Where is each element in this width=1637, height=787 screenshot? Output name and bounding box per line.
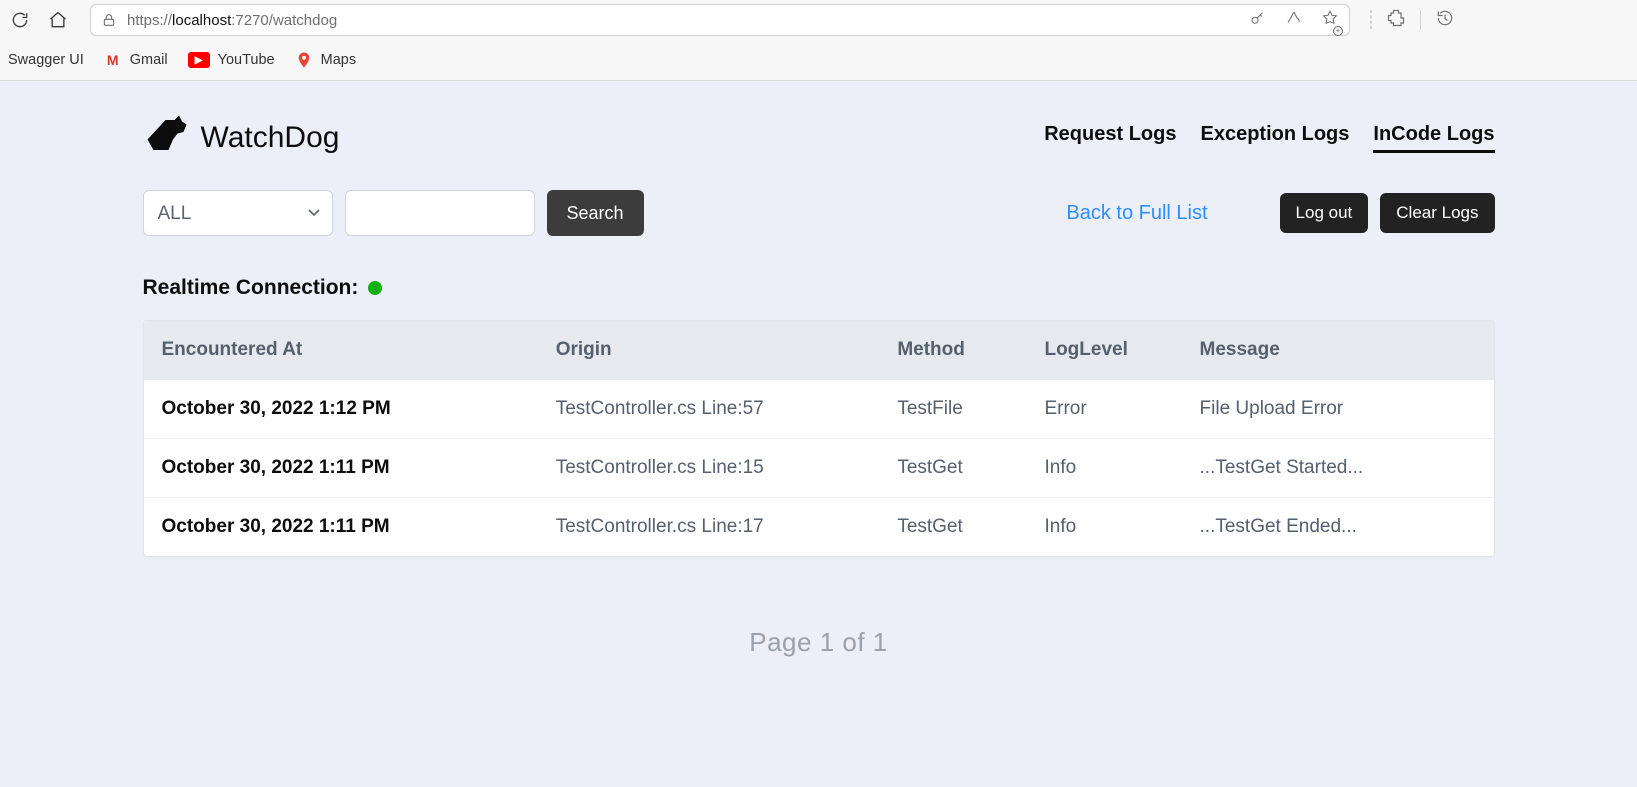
cell-origin: TestController.cs Line:57 <box>556 398 898 420</box>
bookmark-label: Gmail <box>130 52 168 68</box>
tab-incode-logs[interactable]: InCode Logs <box>1373 123 1494 153</box>
maps-icon <box>295 51 313 69</box>
bookmark-gmail[interactable]: M Gmail <box>104 51 168 69</box>
cell-message: ...TestGet Ended... <box>1200 516 1476 538</box>
browser-chrome: https://localhost:7270/watchdog + <box>0 0 1637 81</box>
table-row[interactable]: October 30, 2022 1:12 PM TestController.… <box>144 379 1494 438</box>
divider <box>1420 10 1421 30</box>
cell-encountered-at: October 30, 2022 1:11 PM <box>162 457 556 479</box>
address-bar[interactable]: https://localhost:7270/watchdog + <box>90 4 1350 36</box>
url-text: https://localhost:7270/watchdog <box>127 12 337 29</box>
refresh-icon[interactable] <box>8 8 32 32</box>
app-header: WatchDog Request Logs Exception Logs InC… <box>143 113 1495 162</box>
tab-request-logs[interactable]: Request Logs <box>1044 123 1176 153</box>
cell-loglevel: Info <box>1044 516 1199 538</box>
status-dot-icon <box>368 281 382 295</box>
table-header: Encountered At Origin Method LogLevel Me… <box>144 321 1494 379</box>
cell-encountered-at: October 30, 2022 1:11 PM <box>162 516 556 538</box>
table-row[interactable]: October 30, 2022 1:11 PM TestController.… <box>144 497 1494 556</box>
search-input[interactable] <box>345 190 535 236</box>
cell-method: TestGet <box>897 457 1044 479</box>
realtime-status: Realtime Connection: <box>143 276 1495 300</box>
clear-logs-button[interactable]: Clear Logs <box>1380 193 1494 233</box>
back-to-full-list-link[interactable]: Back to Full List <box>1066 202 1207 225</box>
cell-encountered-at: October 30, 2022 1:12 PM <box>162 398 556 420</box>
pager-text: Page 1 of 1 <box>143 627 1495 658</box>
cell-method: TestFile <box>897 398 1044 420</box>
bookmark-youtube[interactable]: ▶ YouTube <box>188 52 275 68</box>
history-icon[interactable] <box>1435 8 1455 33</box>
browser-toolbar: https://localhost:7270/watchdog + <box>0 0 1637 40</box>
cell-loglevel: Info <box>1044 457 1199 479</box>
address-bar-actions: + <box>1249 9 1339 32</box>
favorites-icon[interactable]: + <box>1321 9 1339 32</box>
col-message: Message <box>1200 339 1476 361</box>
app-logo: WatchDog <box>143 113 340 162</box>
page-body: WatchDog Request Logs Exception Logs InC… <box>0 81 1637 787</box>
url-port: :7270 <box>231 12 269 29</box>
bookmark-swagger[interactable]: Swagger UI <box>8 52 84 68</box>
browser-right-controls <box>1370 8 1463 33</box>
extensions-icon[interactable] <box>1386 8 1406 33</box>
tab-exception-logs[interactable]: Exception Logs <box>1200 123 1349 153</box>
col-loglevel: LogLevel <box>1044 339 1199 361</box>
cell-message: File Upload Error <box>1200 398 1476 420</box>
realtime-label: Realtime Connection: <box>143 276 359 300</box>
cell-origin: TestController.cs Line:17 <box>556 516 898 538</box>
cell-message: ...TestGet Started... <box>1200 457 1476 479</box>
controls-row: ALL Search Back to Full List Log out Cle… <box>143 190 1495 236</box>
app-title: WatchDog <box>201 121 340 155</box>
lock-icon <box>101 12 117 28</box>
youtube-icon: ▶ <box>188 52 210 68</box>
table-row[interactable]: October 30, 2022 1:11 PM TestController.… <box>144 438 1494 497</box>
bookmark-label: YouTube <box>218 52 275 68</box>
bookmark-label: Maps <box>321 52 356 68</box>
bookmarks-bar: Swagger UI M Gmail ▶ YouTube Maps <box>0 40 1637 80</box>
bookmark-label: Swagger UI <box>8 52 84 68</box>
app-tile-icon[interactable] <box>1370 11 1372 29</box>
cell-loglevel: Error <box>1044 398 1199 420</box>
dog-icon <box>143 113 191 162</box>
url-host: localhost <box>172 12 231 29</box>
gmail-icon: M <box>104 51 122 69</box>
filter-select[interactable]: ALL <box>143 190 333 236</box>
home-icon[interactable] <box>46 8 70 32</box>
cell-origin: TestController.cs Line:15 <box>556 457 898 479</box>
bookmark-maps[interactable]: Maps <box>295 51 356 69</box>
col-method: Method <box>897 339 1044 361</box>
cell-method: TestGet <box>897 516 1044 538</box>
col-origin: Origin <box>556 339 898 361</box>
search-button[interactable]: Search <box>547 190 644 236</box>
url-path: /watchdog <box>269 12 337 29</box>
url-scheme: https:// <box>127 12 172 29</box>
key-icon[interactable] <box>1249 9 1267 32</box>
read-aloud-icon[interactable] <box>1285 9 1303 32</box>
nav-tabs: Request Logs Exception Logs InCode Logs <box>1044 123 1494 153</box>
logs-table: Encountered At Origin Method LogLevel Me… <box>143 320 1495 557</box>
col-encountered-at: Encountered At <box>162 339 556 361</box>
logout-button[interactable]: Log out <box>1280 193 1369 233</box>
